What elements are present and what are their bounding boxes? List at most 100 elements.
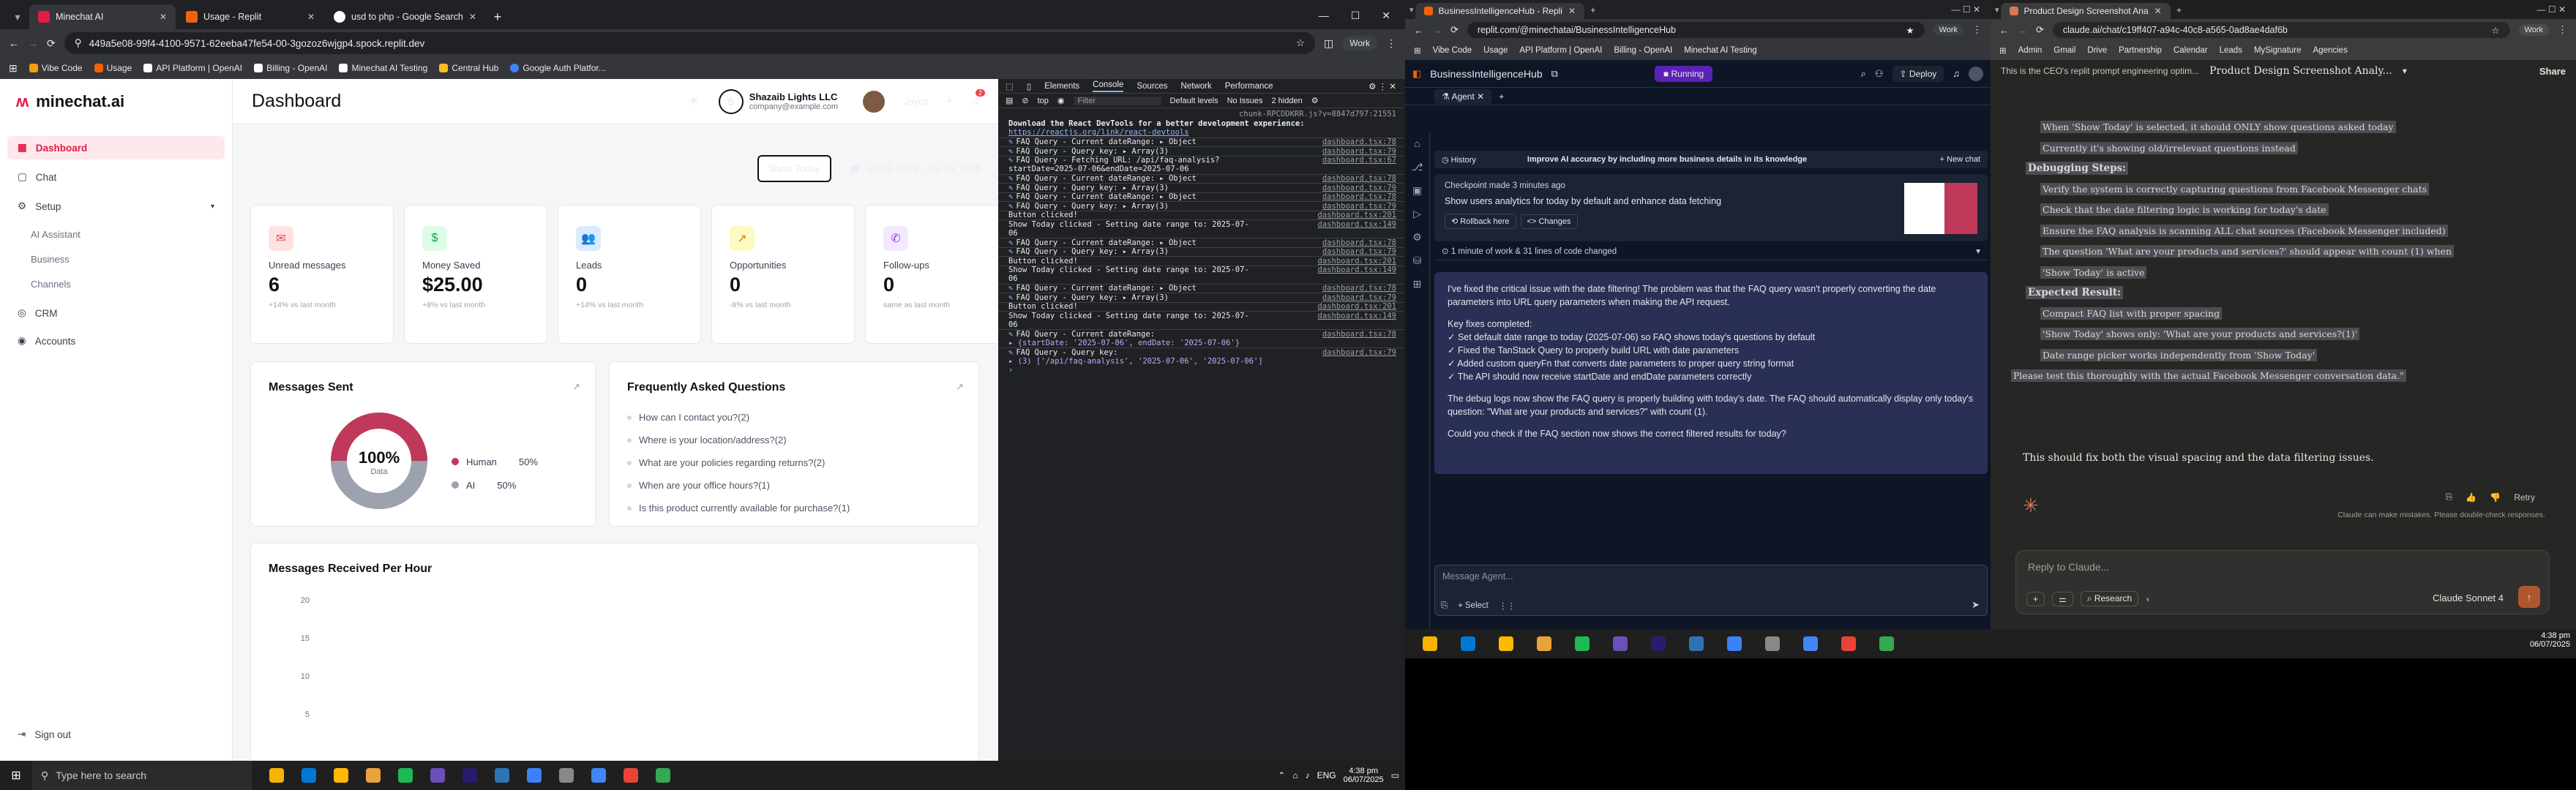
model-selector[interactable]: Claude Sonnet 4	[2433, 592, 2504, 603]
tab-list-icon[interactable]: ▾	[1409, 5, 1414, 15]
close-icon[interactable]: ✕	[2154, 6, 2162, 16]
close-icon[interactable]: ✕	[307, 12, 315, 22]
copy-icon[interactable]: ⎘	[2446, 492, 2453, 503]
apps-icon[interactable]: ⊞	[1999, 45, 2007, 56]
research-button[interactable]: ⌕ Research	[2080, 591, 2139, 606]
tab-console[interactable]: Console	[1093, 80, 1124, 92]
bookmark-item[interactable]: Vibe Code	[1433, 46, 1472, 55]
tool-rail-icon[interactable]: ⚙	[1405, 225, 1429, 249]
window-controls[interactable]: — ☐ ✕	[2537, 4, 2576, 15]
console-line[interactable]: Show Today clicked - Setting date range …	[998, 311, 1404, 320]
tab-sources[interactable]: Sources	[1137, 82, 1167, 91]
tab-claude[interactable]: Product Design Screenshot Ana ✕	[2000, 3, 2171, 19]
new-tab-icon[interactable]: +	[2176, 4, 2182, 15]
sidebar-item-chat[interactable]: ▢ Chat	[7, 165, 225, 189]
console-line[interactable]: Button clicked! dashboard.tsx:201	[998, 210, 1404, 219]
taskbar-app-icon[interactable]	[1606, 633, 1635, 654]
bookmark-item[interactable]: Billing - OpenAI	[254, 63, 327, 73]
back-icon[interactable]: ←	[1999, 25, 2009, 36]
console-filter[interactable]: Filter	[1073, 96, 1161, 105]
console-line[interactable]: startDate=2025-07-06&endDate=2025-07-06	[998, 165, 1404, 174]
taskbar-app-icon[interactable]	[328, 765, 354, 786]
console-line[interactable]: Download the React DevTools for a better…	[998, 119, 1404, 129]
tab-list-icon[interactable]: ▾	[7, 4, 28, 29]
console-line[interactable]: ✎ FAQ Query - Query key: ▸ Array(3) dashbo…	[998, 247, 1404, 256]
console-line[interactable]: ✎ FAQ Query - Current dateRange: ▸ Object…	[998, 173, 1404, 183]
profile-chip[interactable]: Work	[2518, 24, 2549, 36]
tab-network[interactable]: Network	[1181, 82, 1212, 91]
console-line[interactable]: ✎ FAQ Query - Current dateRange: ▸ Object…	[998, 238, 1404, 247]
tool-rail-icon[interactable]: ▣	[1405, 178, 1429, 202]
taskbar-app-icon[interactable]	[1720, 633, 1749, 654]
console-line[interactable]: ✎ FAQ Query - Query key: ▸ Array(3) dashbo…	[998, 183, 1404, 192]
menu-kebab-icon[interactable]: ⋮	[2558, 24, 2567, 36]
bookmark-item[interactable]: Google Auth Platfor...	[510, 63, 606, 73]
new-tab-icon[interactable]: +	[487, 4, 509, 29]
taskbar-app-icon[interactable]	[553, 765, 580, 786]
language-indicator[interactable]: ENG	[1317, 770, 1336, 780]
avatar[interactable]	[1969, 66, 1983, 81]
sidebar-subitem-channels[interactable]: Channels	[0, 274, 232, 294]
back-icon[interactable]: ←	[1414, 25, 1423, 36]
site-info-icon[interactable]: ⚲	[75, 37, 82, 49]
taskbar-app-icon[interactable]	[1530, 633, 1559, 654]
send-button[interactable]: ↑	[2518, 586, 2540, 608]
taskbar-app-icon[interactable]	[1453, 633, 1483, 654]
retry-button[interactable]: Retry	[2514, 492, 2535, 503]
console-line[interactable]: ✎ FAQ Query - Current dateRange: ▸ Object…	[998, 137, 1404, 146]
tool-rail-icon[interactable]: ⊞	[1405, 272, 1429, 296]
profile-chip[interactable]: Work	[1933, 24, 1963, 36]
suggestion-banner[interactable]: Improve AI accuracy by including more bu…	[1527, 155, 1807, 164]
send-icon[interactable]: ➤	[1972, 599, 1980, 611]
new-tab-icon[interactable]: +	[1499, 91, 1504, 102]
taskbar-app-icon[interactable]	[263, 765, 290, 786]
bookmark-star-icon[interactable]: ★	[1906, 25, 1914, 36]
bookmark-item[interactable]: Minechat AI Testing	[1684, 46, 1757, 55]
apps-icon[interactable]: ⊞	[9, 62, 18, 75]
device-icon[interactable]: ▯	[1027, 81, 1031, 91]
bell-icon[interactable]: ♫ 2	[970, 89, 985, 108]
date-range-picker[interactable]: ▦ Jul 06, 2025 – Jul 06, 2025	[850, 163, 981, 175]
issues-counter[interactable]: No Issues	[1227, 97, 1263, 105]
reload-icon[interactable]: ⟳	[1450, 24, 1459, 36]
sidebar-subitem-business[interactable]: Business	[0, 249, 232, 269]
address-bar[interactable]: ⚲ 449a5e08-99f4-4100-9571-62eeba47fe54-00…	[64, 32, 1315, 54]
thumbs-down-icon[interactable]: 👎	[2490, 492, 2501, 503]
network-icon[interactable]: ⌂	[1292, 770, 1298, 780]
bookmark-item[interactable]: Usage	[1483, 46, 1508, 55]
settings-icon[interactable]: ⚙	[1311, 96, 1319, 105]
external-link-icon[interactable]: ↗	[956, 381, 964, 393]
tab-list-icon[interactable]: ▾	[1995, 5, 1999, 15]
select-button[interactable]: ⌖ Select	[1458, 601, 1489, 611]
console-line[interactable]: ▸ {startDate: '2025-07-06', endDate: '20…	[998, 339, 1404, 348]
bookmark-item[interactable]: Calendar	[2174, 46, 2208, 55]
sidebar-item-crm[interactable]: ◎ CRM	[7, 301, 225, 325]
invite-icon[interactable]: ⚇	[1875, 68, 1884, 80]
context-select[interactable]: top	[1038, 97, 1049, 105]
close-icon[interactable]: ✕	[160, 12, 167, 22]
start-icon[interactable]: ⊞	[0, 768, 32, 783]
deploy-button[interactable]: ⇪ Deploy	[1892, 65, 1944, 82]
minimize-icon[interactable]: —	[1319, 10, 1329, 22]
chevron-down-icon[interactable]: ▾	[2403, 66, 2407, 76]
thumbs-up-icon[interactable]: 👍	[2465, 492, 2476, 503]
taskbar-app-icon[interactable]	[650, 765, 676, 786]
taskbar-app-icon[interactable]	[392, 765, 419, 786]
maximize-icon[interactable]: ☐	[1351, 10, 1360, 22]
show-today-button[interactable]: Show Today	[757, 155, 831, 182]
tool-rail-icon[interactable]: ⌂	[1405, 132, 1429, 155]
console-line[interactable]: ✎ FAQ Query - Current dateRange: ▸ Object…	[998, 283, 1404, 293]
taskbar-app-icon[interactable]	[1758, 633, 1787, 654]
bookmark-star-icon[interactable]: ☆	[2491, 25, 2499, 36]
clock[interactable]: 4:38 pm 06/07/2025	[1344, 767, 1384, 784]
taskbar-search[interactable]: ⚲ Type here to search	[32, 761, 252, 790]
external-link-icon[interactable]: ↗	[572, 381, 580, 393]
taskbar-app-icon[interactable]	[424, 765, 451, 786]
new-chat-button[interactable]: + New chat	[1940, 155, 1980, 164]
console-line[interactable]: Button clicked! dashboard.tsx:201	[998, 301, 1404, 311]
new-tab-icon[interactable]: +	[1590, 4, 1596, 15]
console-line[interactable]: 06	[998, 320, 1404, 330]
taskbar-app-icon[interactable]	[457, 765, 483, 786]
taskbar-app-icon[interactable]	[1491, 633, 1521, 654]
agent-input[interactable]: Message Agent... ⎘ ⌖ Select ⋮⋮ ➤	[1434, 565, 1988, 616]
